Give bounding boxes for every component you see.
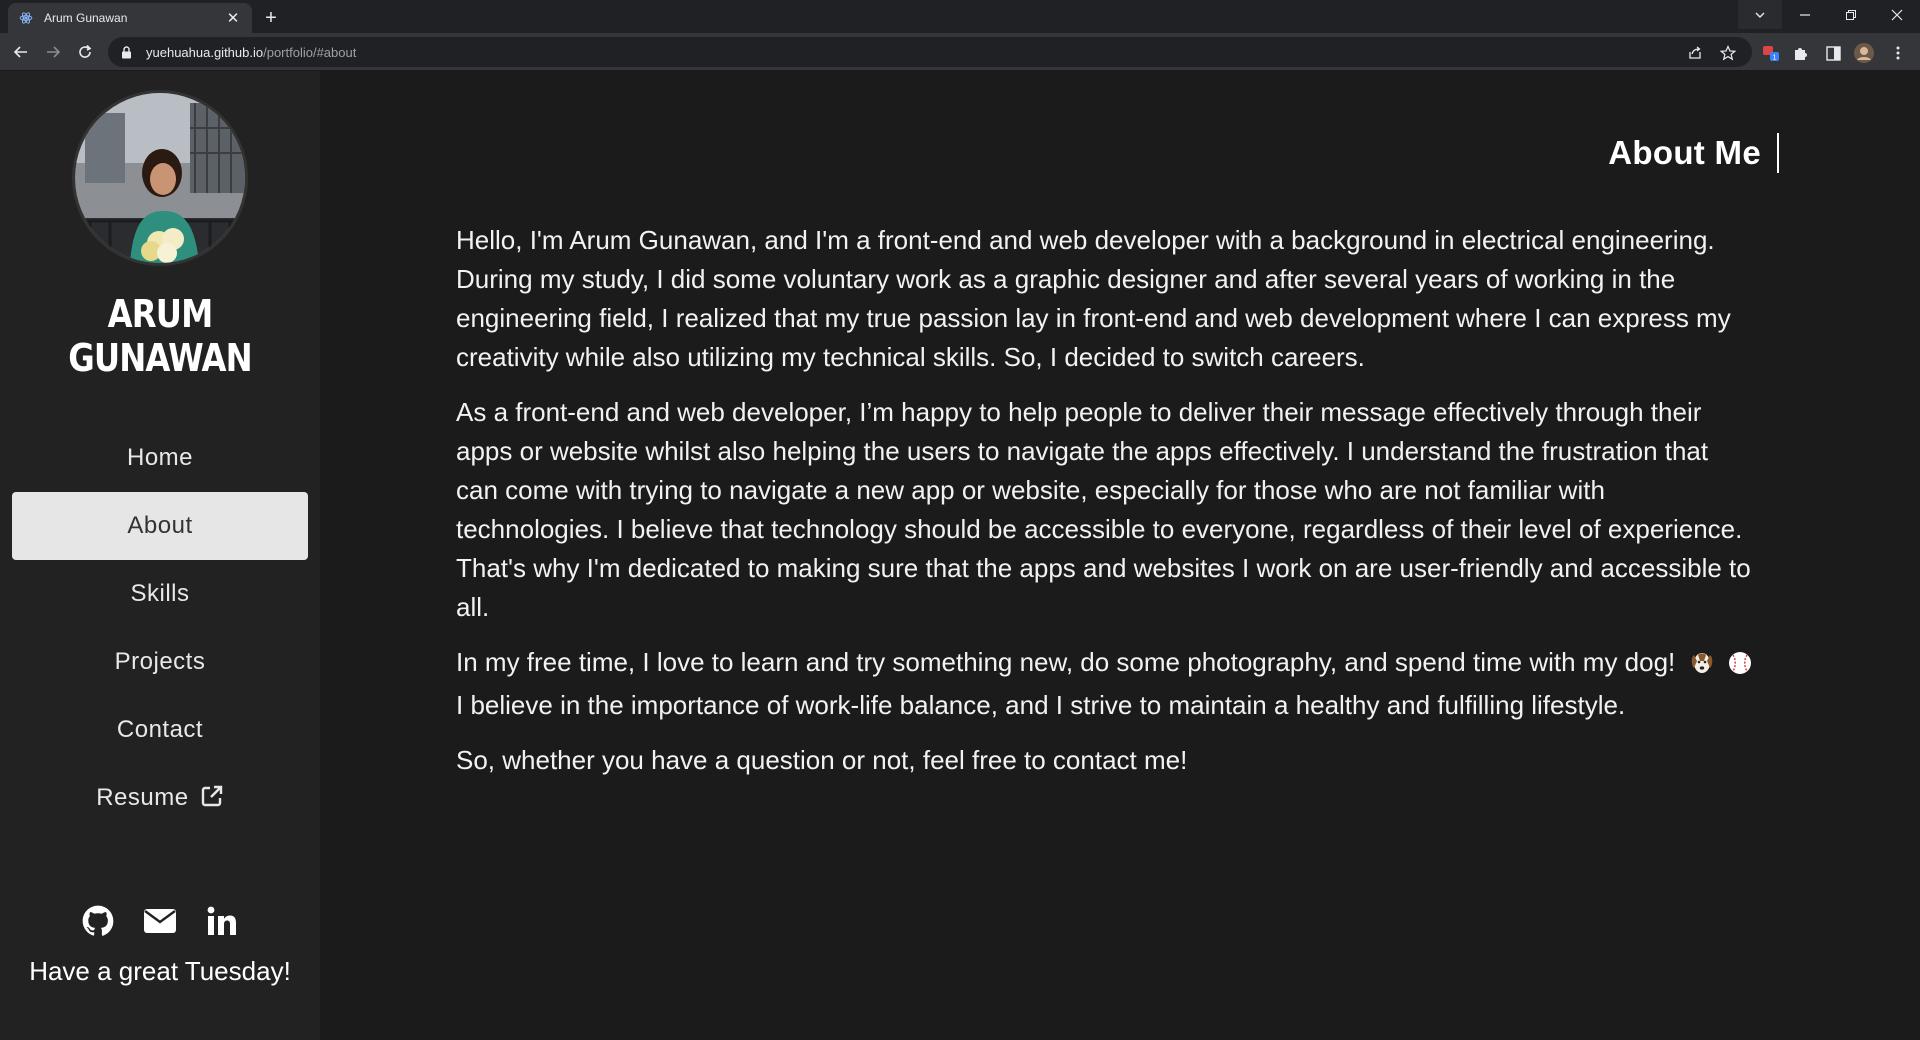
about-paragraph: As a front-end and web developer, I’m ha… xyxy=(456,397,1751,622)
about-paragraph: In my free time, I love to learn and try… xyxy=(456,643,1756,725)
reload-icon[interactable] xyxy=(72,39,98,65)
minimize-icon[interactable] xyxy=(1782,0,1828,29)
share-icon[interactable] xyxy=(1686,44,1704,62)
site-owner-name: ARUM GUNAWAN xyxy=(68,292,252,380)
mail-icon[interactable] xyxy=(143,904,177,938)
nav-contact[interactable]: Contact xyxy=(12,696,308,764)
balance-text: I believe in the importance of work-life… xyxy=(456,690,1626,720)
browser-tabstrip: Arum Gunawan ✕ + xyxy=(0,0,1920,33)
dog-emoji-icon xyxy=(1689,647,1715,686)
extension-badge-icon[interactable]: 1 xyxy=(1760,42,1782,64)
tab-search-icon[interactable] xyxy=(1738,0,1782,29)
profile-avatar-icon[interactable] xyxy=(1853,42,1875,64)
tab-close-icon[interactable]: ✕ xyxy=(224,9,242,27)
free-time-text: In my free time, I love to learn and try… xyxy=(456,647,1676,677)
greeting-text: Have a great Tuesday! xyxy=(29,956,291,986)
bookmark-star-icon[interactable] xyxy=(1719,44,1737,62)
kebab-menu-icon[interactable] xyxy=(1887,42,1909,64)
profile-photo xyxy=(72,90,248,266)
main-nav: Home About Skills Projects Contact Resum… xyxy=(12,424,308,832)
side-panel-icon[interactable] xyxy=(1822,42,1844,64)
url-text: yuehuahua.github.io/portfolio/#about xyxy=(146,44,357,60)
nav-home[interactable]: Home xyxy=(12,424,308,492)
nav-about[interactable]: About xyxy=(12,492,308,560)
nav-resume[interactable]: Resume xyxy=(12,764,308,832)
sidebar: ARUM GUNAWAN Home About Skills Projects … xyxy=(0,71,320,1040)
browser-tab[interactable]: Arum Gunawan ✕ xyxy=(8,3,252,33)
about-paragraph: So, whether you have a question or not, … xyxy=(456,745,1188,775)
page-title: About Me xyxy=(1608,133,1779,173)
main-content: About Me Hello, I'm Arum Gunawan, and I'… xyxy=(320,71,1920,1040)
tab-title: Arum Gunawan xyxy=(44,11,128,25)
address-bar[interactable]: yuehuahua.github.io/portfolio/#about xyxy=(108,37,1752,67)
about-section: Hello, I'm Arum Gunawan, and I'm a front… xyxy=(456,221,1756,796)
github-icon[interactable] xyxy=(81,904,115,938)
react-favicon-icon xyxy=(18,10,34,26)
nav-projects[interactable]: Projects xyxy=(12,628,308,696)
nav-skills[interactable]: Skills xyxy=(12,560,308,628)
social-links xyxy=(0,904,320,938)
lock-icon[interactable] xyxy=(118,44,134,60)
external-link-icon xyxy=(200,767,224,835)
extensions-puzzle-icon[interactable] xyxy=(1790,42,1812,64)
new-tab-button[interactable]: + xyxy=(258,5,284,31)
about-paragraph: Hello, I'm Arum Gunawan, and I'm a front… xyxy=(456,225,1731,372)
forward-arrow-icon[interactable] xyxy=(40,39,66,65)
back-arrow-icon[interactable] xyxy=(8,39,34,65)
browser-toolbar: yuehuahua.github.io/portfolio/#about 1 xyxy=(0,33,1920,71)
restore-icon[interactable] xyxy=(1828,0,1874,29)
svg-text:1: 1 xyxy=(1773,55,1777,62)
baseball-emoji-icon xyxy=(1728,647,1752,686)
window-close-icon[interactable] xyxy=(1874,0,1920,29)
nav-resume-label: Resume xyxy=(96,784,189,811)
linkedin-icon[interactable] xyxy=(205,904,239,938)
